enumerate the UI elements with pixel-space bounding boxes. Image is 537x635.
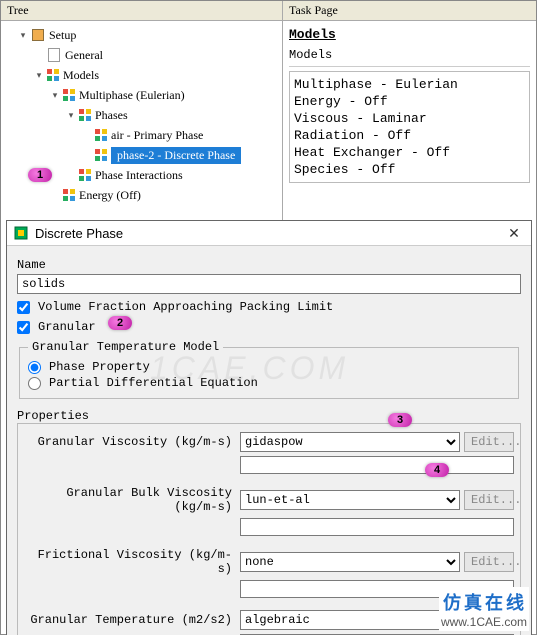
granular-bulk-viscosity-value-input[interactable] [240,518,514,536]
dialog-close-button[interactable]: ✕ [503,224,525,242]
dialog-title: Discrete Phase [35,226,503,241]
models-list[interactable]: Multiphase - Eulerian Energy - Off Visco… [289,71,530,183]
models-icon [47,69,59,81]
chevron-down-icon[interactable]: ▾ [33,69,45,81]
property-label: Frictional Viscosity (kg/m-s) [24,548,236,576]
phase-property-radio[interactable] [28,361,41,374]
app-icon [13,225,29,241]
models-icon [95,129,107,141]
granular-temperature-model-box: Granular Temperature Model Phase Propert… [19,340,519,399]
document-icon [47,48,61,62]
close-icon: ✕ [508,225,520,242]
list-item[interactable]: Radiation - Off [294,127,525,144]
tree-item-label: Models [63,68,99,83]
tree-item-energy[interactable]: Energy (Off) [3,185,280,205]
property-row-granular-bulk-viscosity: Granular Bulk Viscosity (kg/m-s) lun-et-… [24,486,514,514]
tree-item-phases[interactable]: ▾ Phases [3,105,280,125]
pde-label: Partial Differential Equation [49,376,258,390]
checkbox-row-packing-limit: Volume Fraction Approaching Packing Limi… [17,300,521,314]
task-panel-header: Task Page [283,1,536,21]
property-label: Granular Viscosity (kg/m-s) [24,435,236,449]
models-icon [63,189,75,201]
tree-item-phase-interactions[interactable]: Phase Interactions [3,165,280,185]
tree-item-label: Phases [95,108,128,123]
radio-row-phase-property: Phase Property [28,360,510,374]
models-icon [79,109,91,121]
property-row-frictional-viscosity: Frictional Viscosity (kg/m-s) none Edit.… [24,548,514,576]
setup-icon [31,28,45,42]
granular-viscosity-value-input[interactable] [240,456,514,474]
discrete-phase-dialog: Discrete Phase ✕ Name Volume Fraction Ap… [6,220,532,635]
list-item[interactable]: Species - Off [294,161,525,178]
granular-checkbox[interactable] [17,321,30,334]
gtm-title: Granular Temperature Model [28,340,223,354]
tree-item-phase2-discrete[interactable]: phase-2 - Discrete Phase [3,145,280,165]
packing-limit-checkbox[interactable] [17,301,30,314]
divider [289,66,530,67]
property-row-granular-viscosity: Granular Viscosity (kg/m-s) gidaspow Edi… [24,432,514,452]
tree-item-label: air - Primary Phase [111,128,203,143]
tree-item-multiphase[interactable]: ▾ Multiphase (Eulerian) [3,85,280,105]
checkbox-row-granular: Granular [17,320,521,334]
name-label: Name [17,258,521,272]
dialog-body: Name Volume Fraction Approaching Packing… [7,246,531,635]
properties-title: Properties [17,409,521,423]
granular-bulk-viscosity-select[interactable]: lun-et-al [240,490,460,510]
tree-panel-header: Tree [1,1,282,21]
tree-item-label: Energy (Off) [79,188,141,203]
pde-radio[interactable] [28,377,41,390]
frictional-viscosity-select[interactable]: none [240,552,460,572]
edit-button[interactable]: Edit... [464,552,514,572]
list-item[interactable]: Multiphase - Eulerian [294,76,525,93]
radio-row-pde: Partial Differential Equation [28,376,510,390]
tree-item-general[interactable]: General [3,45,280,65]
tree-item-label: Setup [49,28,76,43]
models-icon [79,169,91,181]
property-label: Granular Temperature (m2/s2) [24,613,236,627]
task-sub-heading: Models [289,48,530,62]
tree-item-label: General [65,48,103,63]
tree-item-air-primary[interactable]: air - Primary Phase [3,125,280,145]
list-item[interactable]: Energy - Off [294,93,525,110]
property-label: Granular Bulk Viscosity (kg/m-s) [24,486,236,514]
footer-url: www.1CAE.com [441,615,527,629]
tree-item-label: phase-2 - Discrete Phase [111,147,241,164]
granular-temperature-select[interactable]: algebraic [240,610,460,630]
dialog-titlebar: Discrete Phase ✕ [7,221,531,246]
tree-item-label: Multiphase (Eulerian) [79,88,185,103]
footer-cn: 仿真在线 [443,589,527,615]
granular-viscosity-select[interactable]: gidaspow [240,432,460,452]
models-icon [63,89,75,101]
task-body: Models Models Multiphase - Eulerian Ener… [283,21,536,189]
list-item[interactable]: Heat Exchanger - Off [294,144,525,161]
name-input[interactable] [17,274,521,294]
chevron-down-icon[interactable]: ▾ [49,89,61,101]
chevron-down-icon[interactable]: ▾ [65,109,77,121]
list-item[interactable]: Viscous - Laminar [294,110,525,127]
edit-button[interactable]: Edit... [464,490,514,510]
models-icon [95,149,107,161]
footer-brand: 仿真在线 www.1CAE.com [439,587,529,631]
phase-property-label: Phase Property [49,360,150,374]
tree-item-models[interactable]: ▾ Models [3,65,280,85]
edit-button[interactable]: Edit... [464,432,514,452]
tree-item-setup[interactable]: ▾ Setup [3,25,280,45]
tree-item-label: Phase Interactions [95,168,183,183]
granular-label: Granular [38,320,96,334]
packing-limit-label: Volume Fraction Approaching Packing Limi… [38,300,333,314]
chevron-down-icon[interactable]: ▾ [17,29,29,41]
task-heading: Models [289,27,530,42]
